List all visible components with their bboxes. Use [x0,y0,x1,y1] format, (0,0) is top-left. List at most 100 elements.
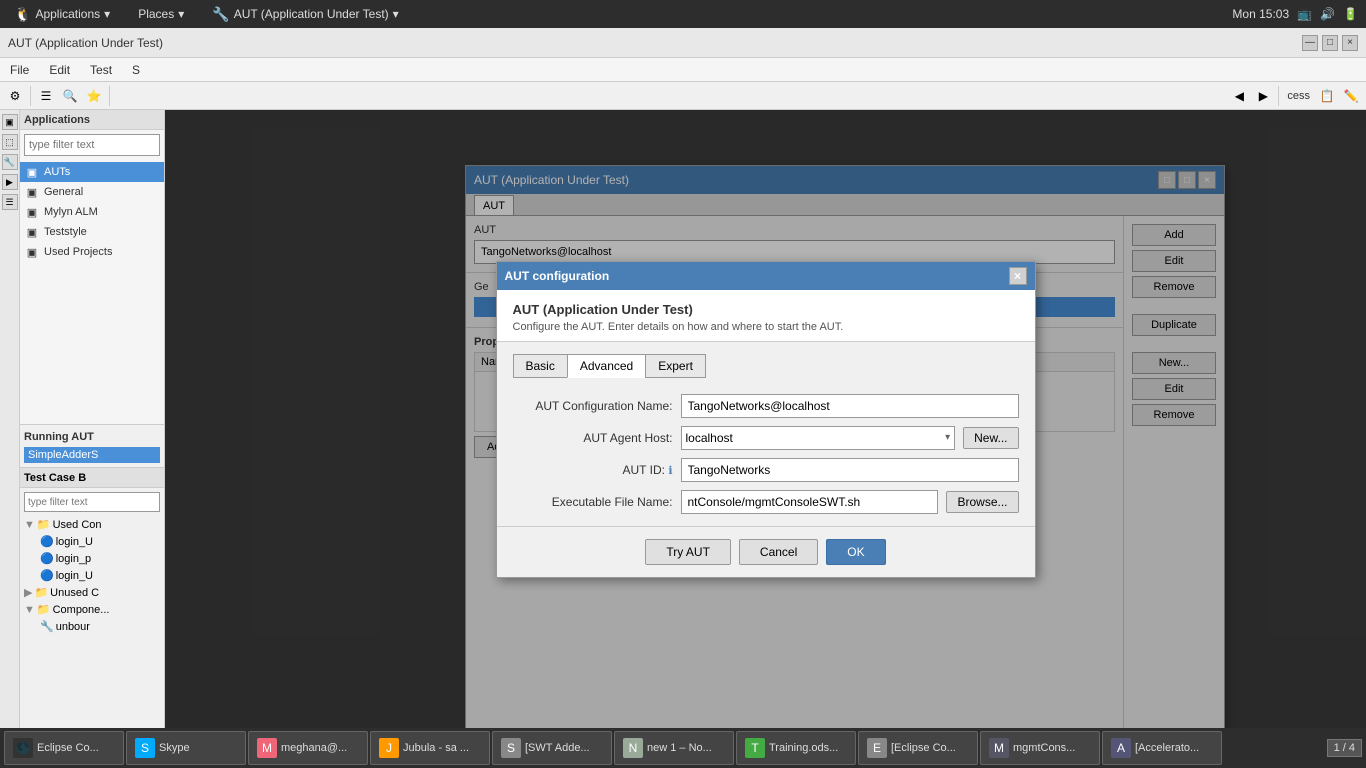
taskbar-mgmt[interactable]: M mgmtCons... [980,731,1100,765]
taskbar-jubula[interactable]: J Jubula - sa ... [370,731,490,765]
login-icon-1: 🔵 [40,535,54,548]
nav-item-mylyn[interactable]: ▣ Mylyn ALM [20,202,164,222]
icon-bar-btn-1[interactable]: ▣ [2,114,18,130]
taskbar-skype[interactable]: S Skype [126,731,246,765]
dialog-cancel-btn[interactable]: Cancel [739,539,818,565]
toolbar-btn-4[interactable]: ⭐ [83,85,105,107]
try-aut-btn[interactable]: Try AUT [645,539,731,565]
icon-bar-btn-5[interactable]: ☰ [2,194,18,210]
toolbar-right-1[interactable]: 📋 [1316,85,1338,107]
taskbar-eclipse-2[interactable]: E [Eclipse Co... [858,731,978,765]
exe-browse-btn[interactable]: Browse... [946,491,1018,513]
places-menu[interactable]: Places ▾ [132,5,190,23]
unused-folder-icon: 📁 [34,586,48,599]
icon-bar-btn-4[interactable]: ▶ [2,174,18,190]
left-nav-panel: Applications ▣ AUTs ▣ General ▣ Mylyn AL… [20,110,165,728]
login-item-3[interactable]: 🔵 login_U [20,567,164,584]
taskbar-icon-mgmt: M [989,738,1009,758]
toolbar: ⚙ ☰ 🔍 ⭐ ◀ ▶ cess 📋 ✏️ [0,82,1366,110]
nav-item-auts[interactable]: ▣ AUTs [20,162,164,182]
host-select[interactable]: localhost ▾ [681,426,956,450]
taskbar-training[interactable]: T Training.ods... [736,731,856,765]
form-row-id: AUT ID: ℹ [513,458,1019,482]
menu-edit[interactable]: Edit [43,61,76,79]
simple-adder-item[interactable]: SimpleAdderS [24,447,160,463]
icon-bar-btn-3[interactable]: 🔧 [2,154,18,170]
cess-label: cess [1283,90,1314,102]
unused-item[interactable]: ▶ 📁 Unused C [20,584,164,601]
eclipse-window: AUT (Application Under Test) — □ × File … [0,28,1366,728]
used-con-folder-icon: 📁 [37,518,51,531]
dialog-ok-btn[interactable]: OK [826,539,885,565]
toolbar-btn-3[interactable]: 🔍 [59,85,81,107]
unbound-item[interactable]: 🔧 unbour [20,618,164,635]
applications-menu[interactable]: 🐧 Applications ▾ [8,4,116,25]
dialog-footer: Try AUT Cancel OK [497,526,1035,577]
aut-menu-label: AUT (Application Under Test) [234,7,389,21]
nav-search-container [20,130,164,160]
login-item-1[interactable]: 🔵 login_U [20,533,164,550]
name-label: AUT Configuration Name: [513,399,673,413]
dialog-close-btn[interactable]: × [1009,267,1027,285]
close-btn[interactable]: × [1342,35,1358,51]
menu-s[interactable]: S [126,61,146,79]
maximize-btn[interactable]: □ [1322,35,1338,51]
taskbar: 🌑 Eclipse Co... S Skype M meghana@... J … [0,728,1366,768]
taskbar-eclipse-1[interactable]: 🌑 Eclipse Co... [4,731,124,765]
exe-label: Executable File Name: [513,495,673,509]
eclipse-titlebar: AUT (Application Under Test) — □ × [0,28,1366,58]
taskbar-new1[interactable]: N new 1 – No... [614,731,734,765]
aut-config-dialog: AUT configuration × AUT (Application Und… [496,261,1036,578]
nav-back-btn[interactable]: ◀ [1228,85,1250,107]
taskbar-right: 1 / 4 [1327,739,1362,757]
unused-label: Unused C [50,587,99,599]
test-case-search-input[interactable] [24,492,160,512]
tab-advanced[interactable]: Advanced [567,354,645,378]
taskbar-accelerato[interactable]: A [Accelerato... [1102,731,1222,765]
sys-icon-1: 📺 [1297,7,1312,21]
left-icon-bar: ▣ ⬚ 🔧 ▶ ☰ [0,110,20,728]
toolbar-right-2[interactable]: ✏️ [1340,85,1362,107]
dialog-titlebar: AUT configuration × [497,262,1035,290]
taskbar-icon-accelerato: A [1111,738,1131,758]
form-row-host: AUT Agent Host: localhost ▾ New... [513,426,1019,450]
login-item-2[interactable]: 🔵 login_p [20,550,164,567]
applications-label: Applications [35,7,100,21]
used-con-item[interactable]: ▼ 📁 Used Con [20,516,164,533]
toolbar-btn-1[interactable]: ⚙ [4,85,26,107]
host-new-btn[interactable]: New... [963,427,1018,449]
name-input[interactable] [681,394,1019,418]
taskbar-swt[interactable]: S [SWT Adde... [492,731,612,765]
taskbar-meghana[interactable]: M meghana@... [248,731,368,765]
places-label: Places [138,7,174,21]
menu-test[interactable]: Test [84,61,118,79]
nav-fwd-btn[interactable]: ▶ [1252,85,1274,107]
sys-icon-3: 🔋 [1343,7,1358,21]
login-icon-2: 🔵 [40,552,54,565]
nav-item-teststyle[interactable]: ▣ Teststyle [20,222,164,242]
nav-item-used-projects[interactable]: ▣ Used Projects [20,242,164,262]
menu-file[interactable]: File [4,61,35,79]
dialog-header-desc: Configure the AUT. Enter details on how … [513,321,1019,333]
test-case-label: Test Case B [24,472,86,484]
nav-item-mylyn-icon: ▣ [24,204,40,220]
host-label: AUT Agent Host: [513,431,673,445]
dialog-overlay: AUT configuration × AUT (Application Und… [165,110,1366,728]
tab-basic[interactable]: Basic [513,354,567,378]
nav-item-general[interactable]: ▣ General [20,182,164,202]
component-item[interactable]: ▼ 📁 Compone... [20,601,164,618]
nav-search-input[interactable] [24,134,160,156]
taskbar-icon-swt: S [501,738,521,758]
tab-expert[interactable]: Expert [645,354,706,378]
aut-menu[interactable]: 🔧 AUT (Application Under Test) ▾ [206,4,404,25]
toolbar-btn-2[interactable]: ☰ [35,85,57,107]
used-con-label: Used Con [53,519,102,531]
taskbar-icon-eclipse-1: 🌑 [13,738,33,758]
test-case-search-container [20,488,164,516]
id-input[interactable] [681,458,1019,482]
page-indicator: 1 / 4 [1327,739,1362,757]
icon-bar-btn-2[interactable]: ⬚ [2,134,18,150]
unused-expand: ▶ [24,586,32,599]
minimize-btn[interactable]: — [1302,35,1318,51]
exe-input[interactable] [681,490,939,514]
